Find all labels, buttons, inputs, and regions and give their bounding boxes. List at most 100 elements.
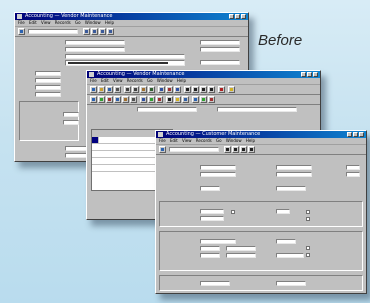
vendor-phone-field[interactable]: [35, 92, 61, 97]
new-icon[interactable]: [18, 28, 25, 35]
menu-go[interactable]: Go: [75, 20, 81, 25]
minimize-icon[interactable]: [229, 14, 234, 19]
reference-field-1[interactable]: [200, 281, 230, 286]
tool-icon-f[interactable]: [130, 96, 137, 103]
tool-icon-m[interactable]: [192, 96, 199, 103]
customer-status-field[interactable]: [346, 165, 360, 170]
vendor-id-field[interactable]: [65, 40, 125, 45]
last-record-icon[interactable]: [248, 146, 255, 153]
maximize-icon[interactable]: [235, 14, 240, 19]
close-icon[interactable]: [359, 132, 364, 137]
first-record-icon[interactable]: [224, 146, 231, 153]
tool-icon-a[interactable]: [90, 96, 97, 103]
help-icon[interactable]: [228, 86, 235, 93]
payables-limit-field[interactable]: [63, 120, 79, 125]
cut-icon[interactable]: [124, 86, 131, 93]
menu-edit[interactable]: Edit: [170, 138, 178, 143]
customer-terms-field[interactable]: [276, 172, 312, 177]
maximize-icon[interactable]: [307, 72, 312, 77]
vendor-name-field[interactable]: [65, 47, 125, 52]
maximize-icon[interactable]: [353, 132, 358, 137]
tool-icon-h[interactable]: [148, 96, 155, 103]
tool-icon-d[interactable]: [114, 96, 121, 103]
vendor-zip-field[interactable]: [35, 85, 61, 90]
find-icon[interactable]: [158, 86, 165, 93]
option-field-a[interactable]: [200, 209, 224, 214]
menu-help[interactable]: Help: [246, 138, 255, 143]
vendor-class-field[interactable]: [200, 40, 240, 45]
last-record-icon[interactable]: [208, 86, 215, 93]
first-record-icon[interactable]: [83, 28, 90, 35]
option-checkbox-3[interactable]: [231, 210, 235, 214]
menu-view[interactable]: View: [182, 138, 192, 143]
prev-record-icon[interactable]: [232, 146, 239, 153]
vendor-id-field[interactable]: [137, 107, 197, 112]
tool-icon-l[interactable]: [182, 96, 189, 103]
menu-view[interactable]: View: [113, 78, 123, 83]
menu-file[interactable]: File: [18, 20, 25, 25]
record-lookup-field[interactable]: [169, 147, 219, 152]
close-icon[interactable]: [241, 14, 246, 19]
record-lookup-field[interactable]: [28, 29, 78, 34]
menu-window[interactable]: Window: [85, 20, 101, 25]
window-middle-titlebar[interactable]: Accounting — Vendor Maintenance: [87, 71, 320, 78]
option-checkbox-2[interactable]: [306, 217, 310, 221]
vendor-state-field[interactable]: [35, 78, 61, 83]
menu-file[interactable]: File: [159, 138, 166, 143]
menu-records[interactable]: Records: [196, 138, 212, 143]
reference-field-2[interactable]: [276, 281, 306, 286]
tool-icon-g[interactable]: [140, 96, 147, 103]
address-line-1-field[interactable]: [200, 239, 236, 244]
vendor-terms-field[interactable]: [200, 60, 240, 65]
next-record-icon[interactable]: [240, 146, 247, 153]
address-checkbox-2[interactable]: [306, 253, 310, 257]
menu-go[interactable]: Go: [216, 138, 222, 143]
tool-icon-c[interactable]: [106, 96, 113, 103]
tool-icon-o[interactable]: [208, 96, 215, 103]
address-notes-field[interactable]: [276, 253, 304, 258]
menu-view[interactable]: View: [41, 20, 51, 25]
address-state-field[interactable]: [200, 253, 220, 258]
address-country-field[interactable]: [276, 239, 296, 244]
customer-id-field[interactable]: [200, 165, 236, 170]
tool-icon-i[interactable]: [156, 96, 163, 103]
menu-window[interactable]: Window: [226, 138, 242, 143]
copy-icon[interactable]: [132, 86, 139, 93]
option-checkbox-1[interactable]: [306, 210, 310, 214]
tool-icon-n[interactable]: [200, 96, 207, 103]
open-icon[interactable]: [98, 86, 105, 93]
menu-records[interactable]: Records: [127, 78, 143, 83]
tool-icon-b[interactable]: [98, 96, 105, 103]
tool-icon-e[interactable]: [122, 96, 129, 103]
option-field-c[interactable]: [276, 209, 290, 214]
vendor-address-field[interactable]: [65, 60, 185, 66]
tool-icon-j[interactable]: [166, 96, 173, 103]
window-front[interactable]: Accounting — Customer Maintenance File E…: [155, 130, 367, 294]
print-icon[interactable]: [114, 86, 121, 93]
address-line-2-field[interactable]: [200, 246, 220, 251]
address-checkbox-1[interactable]: [306, 246, 310, 250]
menu-edit[interactable]: Edit: [29, 20, 37, 25]
close-icon[interactable]: [313, 72, 318, 77]
address-zip-field[interactable]: [226, 253, 256, 258]
new-icon[interactable]: [90, 86, 97, 93]
menu-records[interactable]: Records: [55, 20, 71, 25]
menu-window[interactable]: Window: [157, 78, 173, 83]
customer-contact-field[interactable]: [200, 186, 220, 191]
first-record-icon[interactable]: [184, 86, 191, 93]
customer-class-field[interactable]: [276, 165, 312, 170]
option-field-b[interactable]: [200, 216, 224, 221]
new-icon[interactable]: [159, 146, 166, 153]
next-record-icon[interactable]: [99, 28, 106, 35]
customer-name-field[interactable]: [200, 172, 236, 177]
minimize-icon[interactable]: [347, 132, 352, 137]
vendor-name-field[interactable]: [217, 107, 297, 112]
grid-cell-selected[interactable]: [92, 137, 99, 143]
menu-help[interactable]: Help: [177, 78, 186, 83]
vendor-contact-field[interactable]: [65, 54, 185, 59]
vendor-status-field[interactable]: [200, 47, 240, 52]
save-icon[interactable]: [106, 86, 113, 93]
undo-icon[interactable]: [148, 86, 155, 93]
window-front-titlebar[interactable]: Accounting — Customer Maintenance: [156, 131, 366, 138]
prev-record-icon[interactable]: [192, 86, 199, 93]
